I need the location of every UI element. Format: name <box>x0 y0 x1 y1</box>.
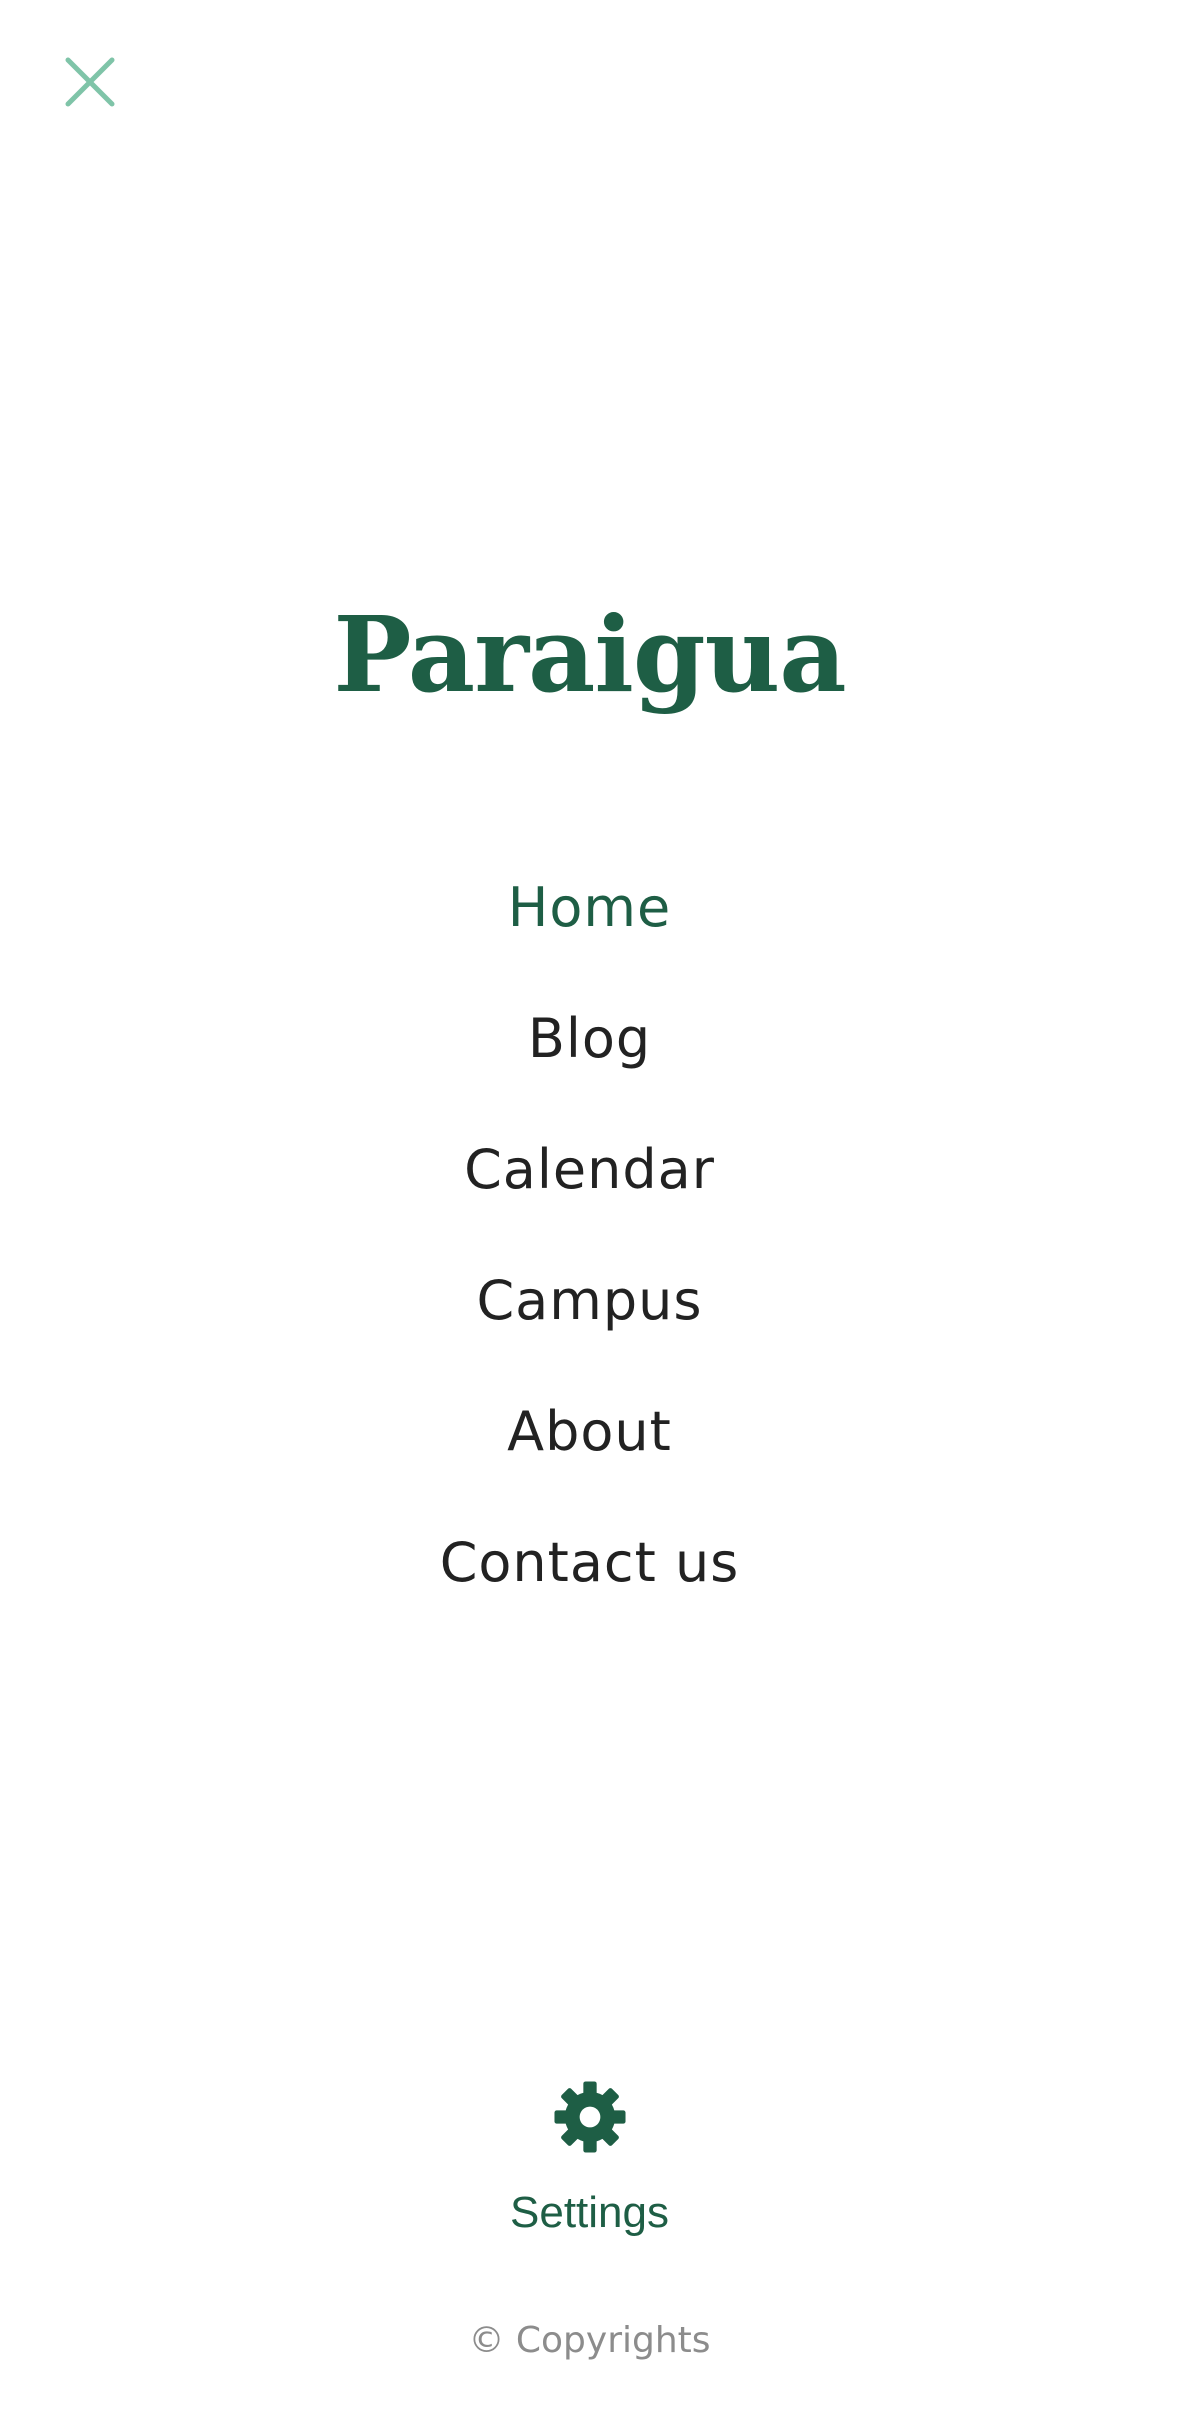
nav-item-campus: Campus <box>0 1235 1179 1366</box>
gear-icon <box>553 2081 626 2153</box>
settings-button[interactable]: Settings <box>0 2080 1179 2238</box>
close-icon <box>65 57 115 107</box>
nav-link-contact[interactable]: Contact us <box>440 1531 740 1594</box>
copyright-text: © Copyrights <box>468 2320 711 2361</box>
close-button[interactable] <box>60 52 120 112</box>
nav-item-calendar: Calendar <box>0 1104 1179 1235</box>
settings-label: Settings <box>510 2188 669 2237</box>
nav-link-home[interactable]: Home <box>508 876 671 939</box>
nav-item-contact: Contact us <box>0 1497 1179 1628</box>
main-nav: Home Blog Calendar Campus About Contact … <box>0 842 1179 1628</box>
nav-link-campus[interactable]: Campus <box>476 1269 702 1332</box>
nav-link-blog[interactable]: Blog <box>528 1007 651 1070</box>
nav-link-calendar[interactable]: Calendar <box>464 1138 715 1201</box>
brand-logo: Paraigua <box>333 593 846 716</box>
nav-link-about[interactable]: About <box>507 1400 672 1463</box>
nav-item-home: Home <box>0 842 1179 973</box>
nav-item-blog: Blog <box>0 973 1179 1104</box>
nav-item-about: About <box>0 1366 1179 1497</box>
